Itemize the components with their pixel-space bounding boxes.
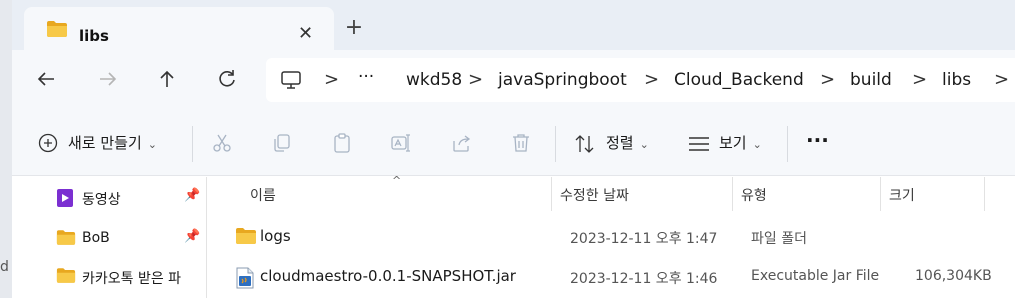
arrow-up-icon (160, 70, 174, 87)
navigation-bar: > ··· wkd58 > javaSpringboot > Cloud_Bac… (12, 50, 1015, 108)
column-header-size[interactable]: 크기 (889, 185, 915, 205)
more-options-button[interactable]: ··· (806, 128, 829, 152)
tab-title: libs (79, 27, 109, 45)
breadcrumb-overflow[interactable]: ··· (358, 67, 374, 87)
breadcrumb-item[interactable]: Cloud_Backend (674, 70, 804, 90)
chevron-down-icon: ⌄ (147, 138, 157, 151)
breadcrumb-chevron[interactable]: > (820, 69, 835, 90)
sort-button[interactable]: 정렬 ⌄ (606, 132, 649, 153)
sidebar-item-label: BoB (82, 230, 110, 246)
file-name: cloudmaestro-0.0.1-SNAPSHOT.jar (260, 267, 516, 285)
file-type: Executable Jar File (751, 268, 880, 284)
file-name: logs (260, 227, 291, 245)
sidebar-item-label: 동영상 (82, 192, 121, 208)
toolbar-divider (555, 126, 556, 162)
file-row[interactable]: cloudmaestro-0.0.1-SNAPSHOT.jar 2023-12-… (207, 262, 1015, 292)
breadcrumb-chevron[interactable]: > (324, 69, 339, 90)
java-jar-icon (235, 267, 255, 293)
chevron-down-icon: ⌄ (752, 138, 762, 151)
folder-icon (56, 229, 76, 250)
file-list: ^ 이름 수정한 날짜 유형 크기 logs 2023-12-11 오후 1:4… (207, 174, 1015, 298)
up-button[interactable] (155, 67, 179, 91)
video-folder-icon (56, 188, 74, 212)
column-divider[interactable] (880, 177, 881, 211)
address-bar[interactable]: > ··· wkd58 > javaSpringboot > Cloud_Bac… (266, 58, 1015, 102)
breadcrumb-chevron[interactable]: > (468, 69, 483, 90)
command-bar: 새로 만들기 ⌄ 정렬 ⌄ 보기 ⌄ ··· (12, 108, 1015, 176)
sort-icon (574, 134, 596, 158)
sidebar-item-videos[interactable]: 동영상 📌 (56, 186, 206, 210)
sidebar-item-label: 카카오톡 받은 파 (82, 271, 182, 287)
column-divider[interactable] (984, 177, 985, 211)
cut-icon[interactable] (211, 132, 233, 154)
rename-icon[interactable] (390, 132, 412, 154)
file-date: 2023-12-11 오후 1:46 (570, 271, 718, 287)
column-header-name[interactable]: 이름 (250, 185, 276, 205)
file-explorer-window: libs ✕ + > ··· wkd58 > javaSpringboot > (12, 0, 1015, 298)
file-row[interactable]: logs 2023-12-11 오후 1:47 파일 폴더 (207, 222, 1015, 252)
chevron-down-icon: ⌄ (639, 138, 649, 151)
folder-icon (56, 267, 76, 288)
desktop-background (0, 0, 12, 298)
new-button[interactable]: 새로 만들기 ⌄ (68, 132, 157, 153)
arrow-left-icon (37, 72, 54, 86)
close-tab-button[interactable]: ✕ (298, 23, 313, 44)
toolbar-divider (787, 126, 788, 162)
pin-icon: 📌 (184, 188, 201, 203)
plus-circle-icon (38, 133, 58, 157)
column-divider[interactable] (551, 177, 552, 211)
file-date: 2023-12-11 오후 1:47 (570, 231, 718, 247)
background-text: d (0, 259, 9, 275)
breadcrumb-chevron[interactable]: > (994, 69, 1009, 90)
column-header-type[interactable]: 유형 (741, 185, 767, 205)
view-button[interactable]: 보기 ⌄ (719, 132, 762, 153)
breadcrumb-chevron[interactable]: > (644, 69, 659, 90)
breadcrumb-item[interactable]: libs (942, 70, 971, 90)
sidebar-item-kakaotalk[interactable]: 카카오톡 받은 파 (56, 265, 206, 289)
copy-icon[interactable] (271, 132, 293, 154)
sort-button-label: 정렬 (606, 134, 634, 152)
new-button-label: 새로 만들기 (68, 134, 142, 152)
forward-button[interactable] (96, 67, 120, 91)
sort-ascending-icon: ^ (392, 174, 402, 187)
share-icon[interactable] (451, 132, 473, 154)
this-pc-icon (280, 69, 302, 95)
sidebar-item-bob[interactable]: BoB 📌 (56, 227, 206, 251)
column-header-date[interactable]: 수정한 날짜 (560, 185, 629, 205)
refresh-icon (219, 70, 235, 87)
folder-icon (235, 227, 257, 249)
toolbar-divider (192, 126, 193, 162)
column-divider[interactable] (732, 177, 733, 211)
file-type: 파일 폴더 (751, 231, 807, 247)
pin-icon: 📌 (184, 229, 201, 244)
arrow-right-icon (100, 72, 117, 86)
refresh-button[interactable] (215, 67, 239, 91)
breadcrumb-item[interactable]: build (850, 70, 892, 90)
view-icon (688, 136, 710, 156)
breadcrumb-chevron[interactable]: > (912, 69, 927, 90)
tab-strip: libs ✕ + (12, 0, 1015, 50)
breadcrumb-item[interactable]: wkd58 (406, 70, 462, 90)
view-button-label: 보기 (719, 134, 747, 152)
navigation-pane: 동영상 📌 BoB 📌 카카오톡 받은 파 (12, 177, 206, 298)
tab-libs[interactable]: libs ✕ (24, 7, 334, 50)
paste-icon[interactable] (331, 132, 353, 154)
delete-icon[interactable] (510, 132, 532, 154)
new-tab-button[interactable]: + (342, 15, 366, 40)
breadcrumb-item[interactable]: javaSpringboot (498, 70, 627, 90)
file-size: 106,304KB (915, 268, 992, 284)
back-button[interactable] (34, 67, 58, 91)
folder-icon (46, 20, 68, 42)
